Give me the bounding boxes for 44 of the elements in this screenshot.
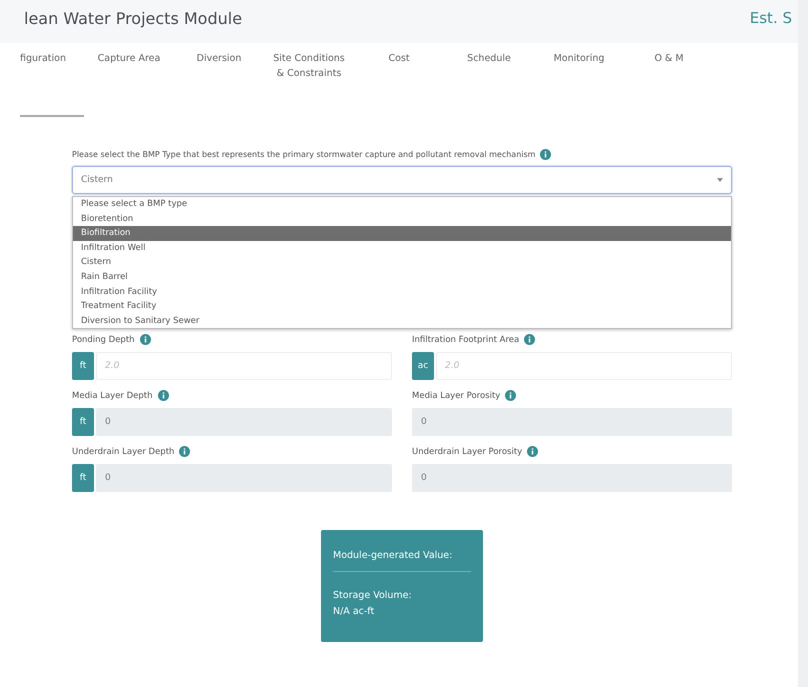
header-text: Est. S xyxy=(750,9,792,27)
tab[interactable]: Monitoring xyxy=(534,43,624,117)
unit-label: ft xyxy=(72,408,94,436)
tab[interactable]: Capture Area xyxy=(84,43,174,117)
info-icon[interactable] xyxy=(179,446,190,457)
dropdown-option[interactable]: Rain Barrel xyxy=(73,270,731,285)
info-icon[interactable] xyxy=(158,390,169,401)
result-title: Module-generated Value: xyxy=(333,550,471,572)
field-label: Underdrain Layer Depth xyxy=(72,446,174,456)
input-field[interactable]: 2.0 xyxy=(436,352,732,380)
caret-icon xyxy=(717,178,723,182)
info-icon[interactable] xyxy=(505,390,516,401)
dropdown-option[interactable]: Biofiltration xyxy=(73,226,731,241)
dropdown-option[interactable]: Bioretention xyxy=(73,212,731,226)
dropdown-option[interactable]: Cistern xyxy=(73,255,731,270)
tab[interactable]: Cost xyxy=(354,43,444,117)
dropdown-option[interactable]: Infiltration Well xyxy=(73,240,731,256)
dropdown-option[interactable]: Please select a BMP type xyxy=(73,197,731,212)
unit-label: ft xyxy=(72,352,94,380)
tab[interactable]: Diversion xyxy=(174,43,264,117)
result-value: N/A ac-ft xyxy=(333,605,376,619)
tab[interactable]: Schedule xyxy=(444,43,534,117)
field-label: Media Layer Porosity xyxy=(412,390,500,400)
dropdown-option[interactable]: Treatment Facility xyxy=(73,299,731,314)
unit-label: ac xyxy=(412,352,434,380)
unit-label: ft xyxy=(72,464,94,492)
bmp-type-select[interactable]: Cistern xyxy=(72,166,732,194)
result-label: Storage Volume: xyxy=(333,589,413,603)
field-label: Underdrain Layer Porosity xyxy=(412,446,522,456)
module-title: lean Water Projects Module xyxy=(24,8,242,28)
tab[interactable]: O & M xyxy=(624,43,714,117)
info-icon[interactable] xyxy=(524,334,536,345)
info-icon[interactable] xyxy=(540,149,552,160)
dropdown-option[interactable]: Diversion to Sanitary Sewer xyxy=(73,314,731,328)
input-field[interactable]: 2.0 xyxy=(96,352,392,380)
info-icon[interactable] xyxy=(140,334,151,345)
field-label: Media Layer Depth xyxy=(72,390,153,400)
question-text: Please select the BMP Type that best represents the primary stormwater capture and pollutant removal mechanism xyxy=(72,150,536,159)
field-label: Ponding Depth xyxy=(72,334,135,344)
tab[interactable]: Site Conditions & Constraints xyxy=(264,43,354,117)
dropdown-option[interactable]: Infiltration Facility xyxy=(73,284,731,300)
tab[interactable]: figuration xyxy=(20,43,84,117)
field-label: Infiltration Footprint Area xyxy=(412,334,520,344)
info-icon[interactable] xyxy=(527,446,538,457)
